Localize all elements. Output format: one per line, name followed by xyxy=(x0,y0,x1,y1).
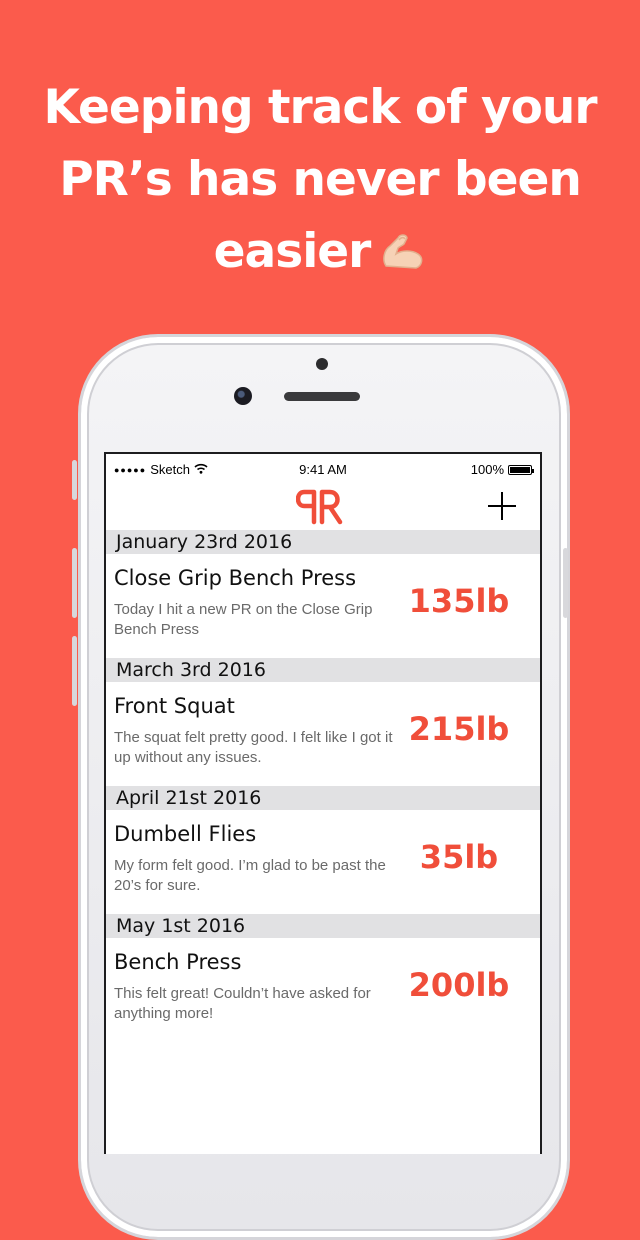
pr-entry-row[interactable]: Bench Press This felt great! Couldn’t ha… xyxy=(106,938,540,1042)
pr-logo-icon xyxy=(295,486,356,526)
flexed-biceps-icon xyxy=(380,219,426,291)
entry-note: This felt great! Couldn’t have asked for… xyxy=(114,985,371,1022)
plus-icon xyxy=(488,492,516,520)
section-header: May 1st 2016 xyxy=(106,914,540,938)
earpiece-speaker xyxy=(284,392,360,401)
exercise-name: Close Grip Bench Press xyxy=(114,566,357,590)
pr-weight: 35lb xyxy=(419,838,499,876)
entry-note: The squat felt pretty good. I felt like … xyxy=(114,729,393,766)
exercise-name: Bench Press xyxy=(114,950,242,974)
headline-line-3: easier xyxy=(213,224,372,279)
marketing-headline: Keeping track of your PR’s has never bee… xyxy=(0,72,640,291)
exercise-name: Front Squat xyxy=(114,694,235,718)
power-button xyxy=(563,548,568,618)
pr-weight: 135lb xyxy=(408,582,510,620)
pr-entry-row[interactable]: Dumbell Flies My form felt good. I’m gla… xyxy=(106,810,540,914)
entry-note: My form felt good. I’m glad to be past t… xyxy=(114,857,386,894)
pr-entry-row[interactable]: Front Squat The squat felt pretty good. … xyxy=(106,682,540,786)
proximity-sensor xyxy=(316,358,328,370)
add-pr-button[interactable] xyxy=(486,490,518,522)
section-header: January 23rd 2016 xyxy=(106,530,540,554)
section-header: April 21st 2016 xyxy=(106,786,540,810)
pr-list: January 23rd 2016 Close Grip Bench Press… xyxy=(106,530,540,1042)
front-camera xyxy=(234,387,252,405)
pr-weight: 200lb xyxy=(408,966,510,1004)
battery-icon xyxy=(508,464,534,475)
navigation-bar xyxy=(106,484,540,530)
mute-switch xyxy=(72,460,77,500)
volume-down-button xyxy=(72,636,77,706)
battery-percent: 100% xyxy=(470,462,504,477)
headline-line-1: Keeping track of your xyxy=(43,80,597,135)
volume-up-button xyxy=(72,548,77,618)
pr-entry-row[interactable]: Close Grip Bench Press Today I hit a new… xyxy=(106,554,540,658)
app-screen: ●●●●● Sketch 9:41 AM 100% January 23rd 2… xyxy=(104,452,542,1154)
section-header: March 3rd 2016 xyxy=(106,658,540,682)
exercise-name: Dumbell Flies xyxy=(114,822,257,846)
headline-line-2: PR’s has never been xyxy=(59,152,582,207)
entry-note: Today I hit a new PR on the Close Grip B… xyxy=(114,601,373,638)
pr-weight: 215lb xyxy=(408,710,510,748)
status-bar: ●●●●● Sketch 9:41 AM 100% xyxy=(106,454,540,484)
